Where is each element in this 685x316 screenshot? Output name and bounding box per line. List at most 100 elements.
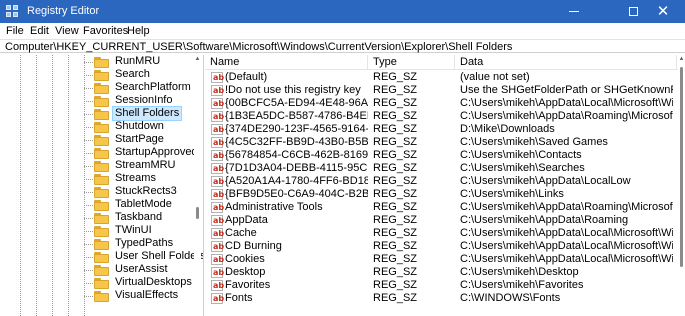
value-type: REG_SZ	[373, 201, 418, 213]
value-type: REG_SZ	[373, 227, 418, 239]
window-title: Registry Editor	[27, 5, 100, 17]
value-name: {56784854-C6CB-462B-8169-88E350...	[225, 149, 368, 161]
menu-file[interactable]: File	[6, 25, 24, 37]
column-header-data[interactable]: Data	[455, 55, 677, 69]
folder-icon	[94, 213, 109, 224]
value-row[interactable]: ab Administrative Tools REG_SZ C:\Users\mik…	[205, 201, 677, 214]
tree-branch-line	[84, 114, 93, 115]
value-data: C:\Users\mikeh\AppData\Local\Microsoft\W…	[460, 240, 673, 252]
address-path[interactable]: Computer\HKEY_CURRENT_USER\Software\Micr…	[5, 41, 512, 53]
value-name: {374DE290-123F-4565-9164-39C4925...	[225, 123, 368, 135]
address-bar[interactable]: Computer\HKEY_CURRENT_USER\Software\Micr…	[0, 39, 685, 53]
folder-icon	[94, 70, 109, 81]
values-pane[interactable]: Name Type Data ab (Default) REG_SZ (value n…	[205, 55, 685, 316]
value-type: REG_SZ	[373, 266, 418, 278]
value-name: Fonts	[225, 292, 253, 304]
value-row[interactable]: ab{1B3EA5DC-B587-4786-B4EF-BD1DC... REG_S…	[205, 110, 677, 123]
tree-branch-line	[84, 75, 93, 76]
column-header-name[interactable]: Name	[205, 55, 368, 69]
value-data: C:\Users\mikeh\AppData\Local\Microsoft\W…	[460, 253, 673, 265]
tree-scroll-thumb[interactable]	[196, 207, 199, 219]
value-row[interactable]: ab Desktop REG_SZ C:\Users\mikeh\Desktop	[205, 266, 677, 279]
value-data: D:\Mike\Downloads	[460, 123, 555, 135]
value-data: C:\Users\mikeh\Desktop	[460, 266, 579, 278]
string-value-icon: ab	[211, 163, 225, 174]
value-row[interactable]: ab{BFB9D5E0-C6A9-404C-B2B2-AE6D... REG_SZ…	[205, 188, 677, 201]
string-value-icon: ab	[211, 72, 225, 83]
values-scrollbar[interactable]: ▲	[678, 55, 685, 316]
column-header-type[interactable]: Type	[368, 55, 455, 69]
menu-help[interactable]: Help	[127, 25, 150, 37]
menu-view[interactable]: View	[55, 25, 79, 37]
value-row[interactable]: ab AppData REG_SZ C:\Users\mikeh\AppData\Ro…	[205, 214, 677, 227]
key-tree-pane[interactable]: RunMRU Search SearchPlatform SessionInfo She…	[0, 55, 204, 316]
string-value-icon: ab	[211, 98, 225, 109]
folder-icon	[94, 200, 109, 211]
tree-item-label: TWinUI	[115, 224, 152, 236]
value-data: C:\Users\mikeh\AppData\Roaming	[460, 214, 629, 226]
maximize-icon	[628, 7, 638, 16]
string-value-icon: ab	[211, 254, 225, 265]
value-row[interactable]: ab Cookies REG_SZ C:\Users\mikeh\AppData\Lo…	[205, 253, 677, 266]
value-name: Cookies	[225, 253, 265, 265]
tree-branch-line	[84, 270, 93, 271]
tree-item-label: TabletMode	[115, 198, 172, 210]
tree-scrollbar[interactable]: ▲	[194, 55, 201, 316]
value-data: C:\Users\mikeh\Favorites	[460, 279, 584, 291]
value-row[interactable]: ab Favorites REG_SZ C:\Users\mikeh\Favorite…	[205, 279, 677, 292]
folder-icon	[94, 122, 109, 133]
title-bar[interactable]: Registry Editor ✕	[0, 0, 685, 23]
value-row[interactable]: ab{7D1D3A04-DEBB-4115-95CF-2F29D... REG_S…	[205, 162, 677, 175]
menu-edit[interactable]: Edit	[30, 25, 49, 37]
value-row[interactable]: ab{4C5C32FF-BB9D-43B0-B5B4-2D72E... REG_S…	[205, 136, 677, 149]
folder-icon	[94, 174, 109, 185]
tree-branch-line	[84, 257, 93, 258]
value-data: C:\WINDOWS\Fonts	[460, 292, 561, 304]
string-value-icon: ab	[211, 267, 225, 278]
value-type: REG_SZ	[373, 188, 418, 200]
tree-branch-line	[84, 62, 93, 63]
tree-item-label: Search	[115, 68, 150, 80]
tree-guide-line	[36, 55, 37, 316]
value-type: REG_SZ	[373, 162, 418, 174]
tree-branch-line	[84, 153, 93, 154]
value-type: REG_SZ	[373, 71, 418, 83]
tree-guide-line	[68, 55, 69, 316]
folder-icon	[94, 57, 109, 68]
tree-item-label: Shell Folders	[111, 106, 183, 121]
value-type: REG_SZ	[373, 253, 418, 265]
string-value-icon: ab	[211, 280, 225, 291]
scroll-up-icon[interactable]: ▲	[194, 56, 201, 63]
string-value-icon: ab	[211, 293, 225, 304]
value-name: CD Burning	[225, 240, 282, 252]
value-row[interactable]: ab Fonts REG_SZ C:\WINDOWS\Fonts	[205, 292, 677, 305]
value-type: REG_SZ	[373, 175, 418, 187]
value-data: Use the SHGetFolderPath or SHGetKnownFol…	[460, 84, 673, 96]
value-row[interactable]: ab{56784854-C6CB-462B-8169-88E350... REG_…	[205, 149, 677, 162]
tree-item-label: VirtualDesktops	[115, 276, 192, 288]
value-data: C:\Users\mikeh\AppData\LocalLow	[460, 175, 631, 187]
folder-icon	[94, 291, 109, 302]
minimize-button[interactable]	[552, 0, 596, 23]
value-row[interactable]: ab CD Burning REG_SZ C:\Users\mikeh\AppData…	[205, 240, 677, 253]
value-type: REG_SZ	[373, 214, 418, 226]
value-row[interactable]: ab Cache REG_SZ C:\Users\mikeh\AppData\Loca…	[205, 227, 677, 240]
folder-icon	[94, 187, 109, 198]
value-name: (Default)	[225, 71, 268, 83]
value-row[interactable]: ab !Do not use this registry key REG_SZ Use…	[205, 84, 677, 97]
header-divider	[205, 69, 685, 70]
folder-icon	[94, 239, 109, 250]
menu-favorites[interactable]: Favorites	[83, 25, 128, 37]
scroll-up-icon[interactable]: ▲	[678, 56, 685, 63]
value-data: C:\Users\mikeh\Links	[460, 188, 564, 200]
value-type: REG_SZ	[373, 149, 418, 161]
tree-item-label: StreamMRU	[115, 159, 176, 171]
folder-icon	[94, 109, 109, 120]
values-scroll-thumb[interactable]	[680, 67, 683, 267]
value-type: REG_SZ	[373, 240, 418, 252]
value-row[interactable]: ab{A520A1A4-1780-4FF6-BD18-167343... REG_…	[205, 175, 677, 188]
close-button[interactable]: ✕	[641, 0, 685, 23]
value-row[interactable]: ab (Default) REG_SZ (value not set)	[205, 71, 677, 84]
value-row[interactable]: ab{00BCFC5A-ED94-4E48-96A1-3F621... REG_S…	[205, 97, 677, 110]
value-row[interactable]: ab{374DE290-123F-4565-9164-39C4925... REG…	[205, 123, 677, 136]
